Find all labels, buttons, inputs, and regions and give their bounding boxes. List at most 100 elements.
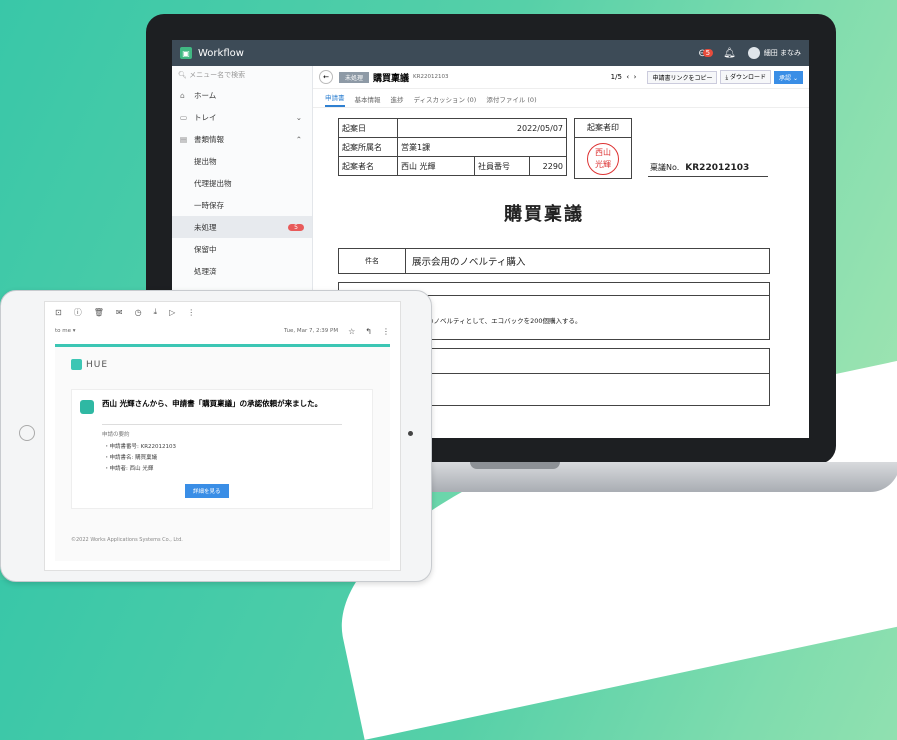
back-arrow-icon[interactable]: ← xyxy=(319,70,333,84)
sidebar-item-draft[interactable]: 一時保存 xyxy=(172,194,312,216)
mail-meta: to me ▾ Tue, Mar 7, 2:39 PM ☆ ↰ ⋮ xyxy=(55,326,390,336)
user-name[interactable]: 細田 まなみ xyxy=(764,48,801,58)
divider xyxy=(648,176,768,177)
search-placeholder: メニュー名で検索 xyxy=(189,71,246,79)
delete-icon[interactable]: 🗑︎ xyxy=(94,308,104,317)
sidebar-item-label: ホーム xyxy=(194,90,217,100)
cell-label: 起案者名 xyxy=(338,156,398,176)
brand-name: HUE xyxy=(86,359,109,370)
menu-search[interactable]: 🔍︎ メニュー名で検索 xyxy=(172,66,312,84)
hue-logo: HUE xyxy=(71,359,108,370)
tab-application[interactable]: 申請書 xyxy=(325,92,345,107)
app-topbar: ▣ Workflow ⊖5 🔔︎ 細田 まなみ xyxy=(172,40,809,66)
page-indicator: 1/5 xyxy=(610,73,622,81)
sidebar-item-label: 書類情報 xyxy=(194,134,224,144)
archive-icon[interactable]: ⊡ xyxy=(55,308,62,317)
summary-label: 申請の要約 xyxy=(102,432,130,438)
document-title: 購買稟議 xyxy=(373,73,410,84)
sidebar-item-processed[interactable]: 処理済 xyxy=(172,260,312,282)
sidebar-item-label: 処理済 xyxy=(194,266,217,276)
document-header: ← 未処理 購買稟議 KR22012103 1/5 ‹ › 申請書リンクをコピー… xyxy=(313,66,809,89)
cell-value: 2022/05/07 xyxy=(397,118,567,138)
sidebar-item-label: 代理提出物 xyxy=(194,178,232,188)
download-button[interactable]: ⤓ ダウンロード xyxy=(720,70,772,84)
clock-icon[interactable]: ◷ xyxy=(135,308,142,317)
search-icon: 🔍︎ xyxy=(178,71,187,79)
download-icon: ⤓ xyxy=(725,74,729,81)
timestamp: Tue, Mar 7, 2:39 PM xyxy=(283,328,339,334)
subject-value: 展示会用のノベルティ購入 xyxy=(412,257,526,268)
sidebar-item-proxy[interactable]: 代理提出物 xyxy=(172,172,312,194)
cell-label: 社員番号 xyxy=(474,156,530,176)
tab-progress[interactable]: 進捗 xyxy=(391,94,404,107)
tab-bar: 申請書 基本情報 進捗 ディスカッション (0) 添付ファイル (0) xyxy=(313,89,809,108)
document-icon xyxy=(80,400,94,414)
sidebar-item-label: 保留中 xyxy=(194,244,217,254)
view-details-button[interactable]: 詳細を見る xyxy=(185,484,229,498)
approve-label: 承認 xyxy=(779,74,792,82)
mail-icon[interactable]: ✉︎ xyxy=(116,308,123,317)
sidebar-item-label: 提出物 xyxy=(194,156,217,166)
cell-label: 起案所属名 xyxy=(338,137,398,157)
label-icon[interactable]: ▷ xyxy=(169,308,175,317)
email-screen: ⊡ ⓘ 🗑︎ ✉︎ ◷ ⤓ ▷ ⋮ to me ▾ Tue, Mar 7, 2:… xyxy=(44,301,401,571)
pending-count-badge: 5 xyxy=(288,223,304,231)
list-item: ・申請者: 西山 光輝 xyxy=(104,466,154,472)
more-icon[interactable]: ⋮ xyxy=(382,327,390,336)
footer-copyright: ©2022 Works Applications Systems Co., Lt… xyxy=(71,537,183,543)
app-name: Workflow xyxy=(198,47,244,59)
seal-stamp: 西山 光輝 xyxy=(587,143,619,175)
prev-page-icon[interactable]: ‹ xyxy=(626,73,629,81)
tab-basic-info[interactable]: 基本情報 xyxy=(355,94,381,107)
list-item: ・申請書番号: KR22012103 xyxy=(104,444,177,450)
sidebar-item-label: トレイ xyxy=(194,112,217,122)
stamp-line: 西山 xyxy=(595,148,611,157)
cell-label: 起案日 xyxy=(338,118,398,138)
camera xyxy=(408,431,413,436)
home-button xyxy=(19,425,35,441)
star-icon[interactable]: ☆ xyxy=(348,327,355,336)
tab-attachments[interactable]: 添付ファイル (0) xyxy=(486,94,536,107)
tablet: ⊡ ⓘ 🗑︎ ✉︎ ◷ ⤓ ▷ ⋮ to me ▾ Tue, Mar 7, 2:… xyxy=(0,290,432,582)
approve-button[interactable]: 承認 ⌄ xyxy=(774,70,803,84)
list-item: ・申請書名: 購買稟議 xyxy=(104,455,158,461)
hue-logo-icon xyxy=(71,359,82,370)
notification-badge: 5 xyxy=(702,49,714,57)
avatar[interactable] xyxy=(747,47,760,59)
download-icon[interactable]: ⤓ xyxy=(154,307,158,317)
sidebar-item-documents[interactable]: ▤ 書類情報 ⌃ xyxy=(172,128,312,150)
mail-body: HUE 西山 光輝さんから、申請書「購買稟議」の承認依頼が来ました。 申請の要約… xyxy=(55,344,390,561)
table-row: 起案日 2022/05/07 xyxy=(338,118,567,138)
form-title: 購買稟議 xyxy=(504,204,584,225)
chevron-up-icon: ⌃ xyxy=(295,134,302,144)
bell-icon[interactable]: 🔔︎ xyxy=(723,48,736,59)
laptop-notch xyxy=(470,462,560,469)
report-icon[interactable]: ⓘ xyxy=(74,307,82,318)
tray-icon: ▭ xyxy=(180,112,188,122)
recipient[interactable]: to me xyxy=(55,328,71,334)
mail-toolbar: ⊡ ⓘ 🗑︎ ✉︎ ◷ ⤓ ▷ ⋮ xyxy=(45,302,400,322)
sidebar-item-label: 未処理 xyxy=(194,222,217,232)
copy-link-button[interactable]: 申請書リンクをコピー xyxy=(647,70,718,84)
cell-value: 営業1課 xyxy=(397,137,567,157)
ringi-number: 稟議No. KR22012103 xyxy=(650,162,749,173)
description-text: のノベルティとして、エコバックを200個購入する。 xyxy=(427,317,582,325)
next-page-icon[interactable]: › xyxy=(634,73,637,81)
download-label: ダウンロード xyxy=(730,74,767,81)
sidebar-item-tray[interactable]: ▭ トレイ ⌄ xyxy=(172,106,312,128)
subject-row: 件名 展示会用のノベルティ購入 xyxy=(338,248,770,274)
chevron-down-icon: ⌄ xyxy=(295,112,302,122)
cell-value: 西山 光輝 xyxy=(397,156,475,176)
more-icon[interactable]: ⋮ xyxy=(187,308,195,317)
card-headline: 西山 光輝さんから、申請書「購買稟議」の承認依頼が来ました。 xyxy=(102,399,323,408)
sidebar-item-pending[interactable]: 未処理 5 xyxy=(172,216,312,238)
sidebar-item-home[interactable]: ⌂ ホーム xyxy=(172,84,312,106)
sidebar-item-submitted[interactable]: 提出物 xyxy=(172,150,312,172)
reply-icon[interactable]: ↰ xyxy=(365,327,372,336)
document-icon: ▤ xyxy=(180,134,188,144)
sidebar-item-label: 一時保存 xyxy=(194,200,224,210)
tab-discussion[interactable]: ディスカッション (0) xyxy=(414,94,477,107)
sidebar-item-on-hold[interactable]: 保留中 xyxy=(172,238,312,260)
notification-card: 西山 光輝さんから、申請書「購買稟議」の承認依頼が来ました。 申請の要約 ・申請… xyxy=(71,389,373,509)
divider xyxy=(102,424,342,425)
